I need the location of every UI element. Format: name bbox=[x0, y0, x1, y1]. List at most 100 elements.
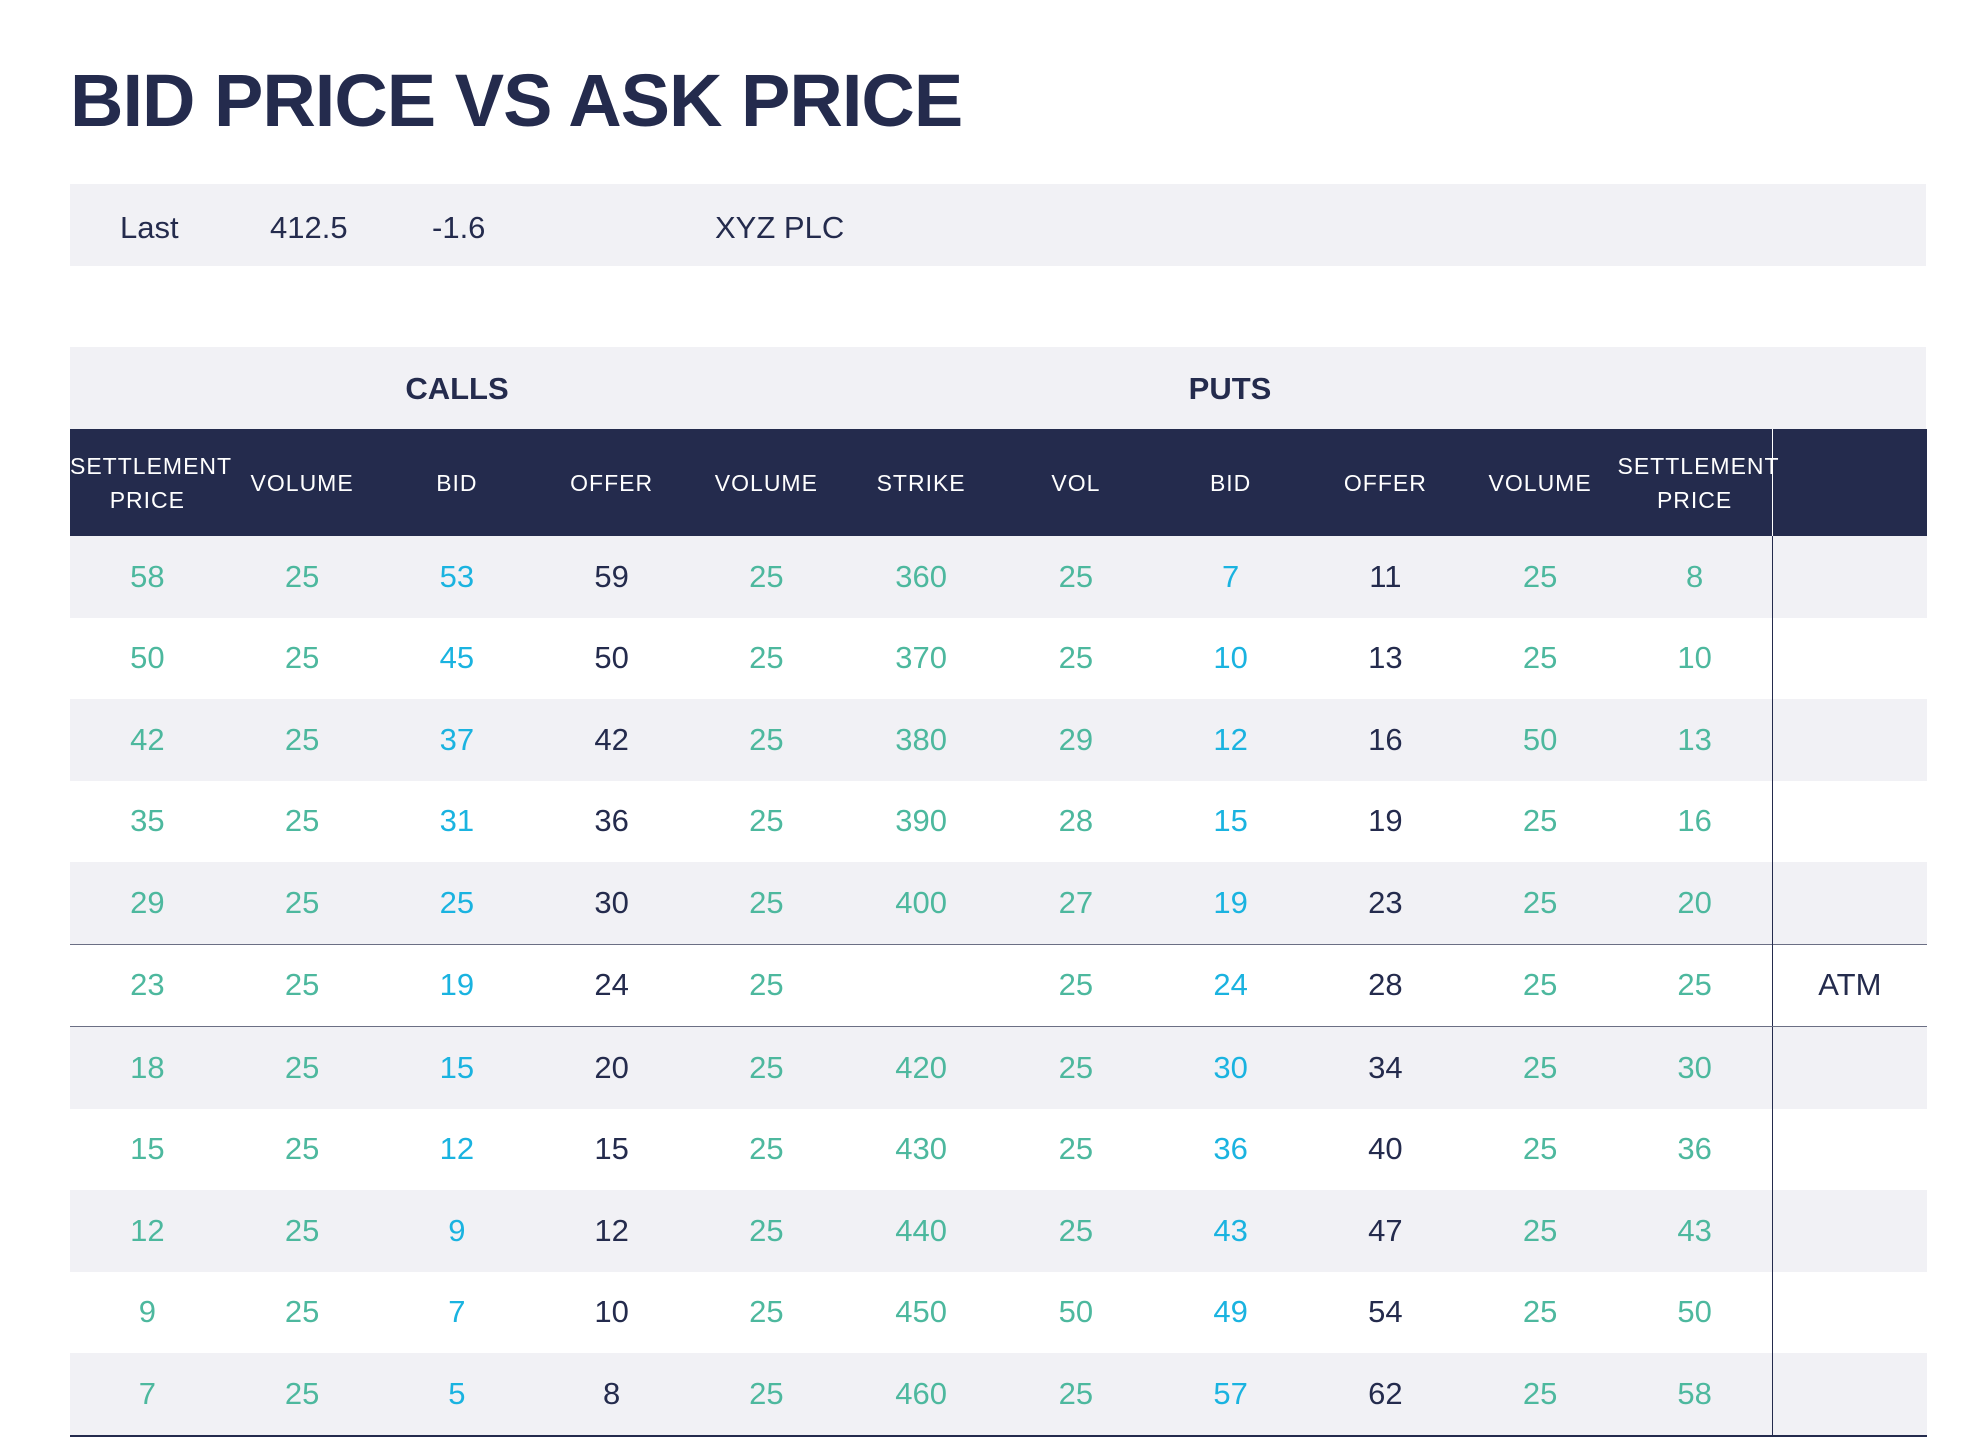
table-row: 15 25 12 15 25 430 25 36 40 25 36 bbox=[70, 1108, 1927, 1190]
table-cell: 430 bbox=[843, 1108, 999, 1190]
table-cell: 390 bbox=[843, 780, 999, 862]
table-cell: 410 bbox=[843, 943, 999, 1027]
table-cell: 370 bbox=[843, 617, 999, 699]
table-cell: 59 bbox=[534, 536, 689, 618]
table-cell: 25 bbox=[1462, 1108, 1618, 1190]
table-cell: 28 bbox=[1308, 943, 1463, 1027]
table-cell: 25 bbox=[1462, 862, 1618, 944]
column-header-3: OFFER bbox=[534, 429, 689, 536]
table-cell: 58 bbox=[70, 536, 225, 618]
table-cell: 25 bbox=[224, 1271, 380, 1353]
table-row: 12 25 9 12 25 440 25 43 47 25 43 bbox=[70, 1190, 1927, 1272]
page-title: BID PRICE VS ASK PRICE bbox=[70, 59, 963, 142]
table-cell: 36 bbox=[1617, 1108, 1773, 1190]
table-cell: 28 bbox=[998, 780, 1154, 862]
table-cell: 25 bbox=[998, 943, 1154, 1027]
table-cell: 19 bbox=[379, 943, 535, 1027]
table-cell bbox=[1771, 617, 1927, 699]
table-cell: 15 bbox=[70, 1108, 225, 1190]
table-cell: 36 bbox=[534, 780, 689, 862]
table-row: 42 25 37 42 25 380 29 12 16 50 13 bbox=[70, 699, 1927, 781]
table-cell: 25 bbox=[379, 862, 535, 944]
table-cell: 50 bbox=[534, 617, 689, 699]
table-cell: 29 bbox=[70, 862, 225, 944]
table-cell: 19 bbox=[1308, 780, 1463, 862]
calls-heading: CALLS bbox=[405, 371, 509, 406]
section-header-row: CALLS PUTS bbox=[70, 347, 1926, 429]
table-cell: 25 bbox=[224, 1026, 380, 1109]
table-cell: 420 bbox=[843, 1026, 999, 1109]
table-cell: 25 bbox=[1462, 617, 1618, 699]
table-cell: 360 bbox=[843, 536, 999, 618]
table-cell: 37 bbox=[379, 699, 535, 781]
table-cell: 58 bbox=[1617, 1353, 1773, 1437]
table-cell: 12 bbox=[379, 1108, 535, 1190]
last-price: 412.5 bbox=[270, 210, 348, 245]
table-row: 35 25 31 36 25 390 28 15 19 25 16 bbox=[70, 780, 1927, 862]
table-cell: 25 bbox=[998, 536, 1154, 618]
table-cell: 62 bbox=[1308, 1353, 1463, 1437]
table-cell: 25 bbox=[224, 862, 380, 944]
table-cell: 31 bbox=[379, 780, 535, 862]
table-cell: 25 bbox=[689, 862, 844, 944]
table-cell bbox=[1771, 1190, 1927, 1272]
table-cell: 12 bbox=[70, 1190, 225, 1272]
table-cell: 19 bbox=[1153, 862, 1308, 944]
table-cell: 36 bbox=[1153, 1108, 1308, 1190]
column-header-6: VOL bbox=[998, 429, 1154, 536]
table-cell: 29 bbox=[998, 699, 1154, 781]
table-cell: 42 bbox=[534, 699, 689, 781]
table-cell: 25 bbox=[689, 1108, 844, 1190]
symbol-name: XYZ PLC bbox=[715, 210, 845, 245]
table-cell: 10 bbox=[1617, 617, 1773, 699]
table-cell: 25 bbox=[224, 943, 380, 1027]
table-cell: 25 bbox=[224, 1353, 380, 1437]
table-cell: 380 bbox=[843, 699, 999, 781]
table-cell: 25 bbox=[689, 617, 844, 699]
table-cell: 27 bbox=[998, 862, 1154, 944]
table-cell: 25 bbox=[1462, 943, 1618, 1027]
column-header-10: SETTLEMENT PRICE bbox=[1617, 429, 1779, 536]
table-cell: 53 bbox=[379, 536, 535, 618]
table-cell: 25 bbox=[689, 943, 844, 1027]
table-cell: 23 bbox=[1308, 862, 1463, 944]
table-row: 58 25 53 59 25 360 25 7 11 25 8 bbox=[70, 536, 1927, 618]
table-cell: 40 bbox=[1308, 1108, 1463, 1190]
table-cell: 8 bbox=[1617, 536, 1773, 618]
table-cell: 13 bbox=[1617, 699, 1773, 781]
table-cell: 450 bbox=[843, 1271, 999, 1353]
table-cell: 25 bbox=[689, 1026, 844, 1109]
quote-bar: Last 412.5 -1.6 XYZ PLC bbox=[70, 184, 1926, 266]
table-cell: 25 bbox=[998, 1190, 1154, 1272]
table-cell: 30 bbox=[534, 862, 689, 944]
table-cell: 34 bbox=[1308, 1026, 1463, 1109]
table-cell: 25 bbox=[689, 699, 844, 781]
table-cell: 49 bbox=[1153, 1271, 1308, 1353]
table-row: 9 25 7 10 25 450 50 49 54 25 50 bbox=[70, 1271, 1927, 1353]
table-cell: 10 bbox=[1153, 617, 1308, 699]
table-cell: 12 bbox=[534, 1190, 689, 1272]
table-cell: 25 bbox=[998, 1108, 1154, 1190]
table-cell: 25 bbox=[1462, 536, 1618, 618]
table-cell: 25 bbox=[224, 780, 380, 862]
table-cell: 30 bbox=[1617, 1026, 1773, 1109]
column-header-row: SETTLEMENT PRICE VOLUME BID OFFER VOLUME STRIK… bbox=[70, 429, 1927, 536]
table-cell: 25 bbox=[689, 1271, 844, 1353]
last-label: Last bbox=[120, 210, 179, 245]
table-row: 29 25 25 30 25 400 27 19 23 25 20 bbox=[70, 862, 1927, 944]
table-cell: 35 bbox=[70, 780, 225, 862]
column-header-7: BID bbox=[1153, 429, 1308, 536]
table-cell: 50 bbox=[1617, 1271, 1773, 1353]
table-cell: ATM bbox=[1771, 943, 1927, 1027]
table-cell bbox=[1771, 780, 1927, 862]
table-cell: 47 bbox=[1308, 1190, 1463, 1272]
table-cell: 7 bbox=[379, 1271, 535, 1353]
table-cell: 25 bbox=[224, 617, 380, 699]
table-cell: 5 bbox=[379, 1353, 535, 1437]
table-cell: 24 bbox=[1153, 943, 1308, 1027]
table-cell: 45 bbox=[379, 617, 535, 699]
table-cell: 25 bbox=[689, 780, 844, 862]
table-cell: 7 bbox=[1153, 536, 1308, 618]
table-cell: 20 bbox=[1617, 862, 1773, 944]
table-cell: 25 bbox=[1462, 780, 1618, 862]
